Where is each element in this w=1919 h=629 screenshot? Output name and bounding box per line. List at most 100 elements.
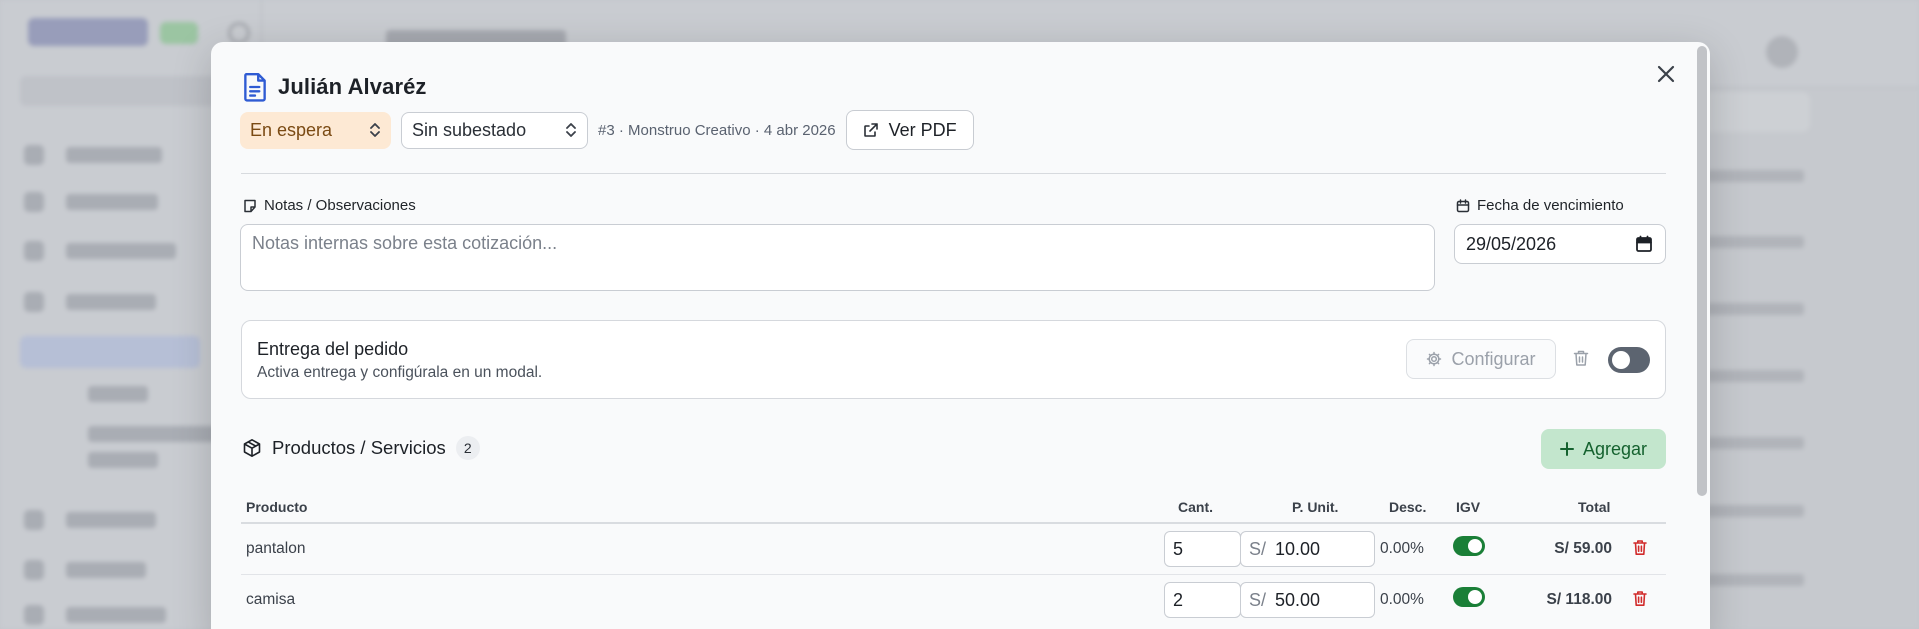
- row-divider: [241, 574, 1666, 575]
- background-nav-icon: [24, 560, 44, 580]
- background-nav-icon: [24, 292, 44, 312]
- background-row: [1700, 574, 1804, 586]
- chevron-updown-icon: [370, 123, 380, 137]
- background-nav-icon: [24, 605, 44, 625]
- external-link-icon: [863, 123, 878, 137]
- document-icon: [244, 72, 266, 102]
- background-nav-item: [88, 426, 218, 442]
- notes-placeholder: Notas internas sobre esta cotización...: [252, 233, 558, 253]
- quote-meta: #3 · Monstruo Creativo · 4 abr 2026: [598, 121, 836, 139]
- column-header-product: Producto: [246, 499, 308, 515]
- gear-icon: [1427, 351, 1442, 367]
- column-header-total: Total: [1578, 499, 1611, 515]
- background-row: [1700, 236, 1804, 248]
- igv-toggle[interactable]: [1453, 536, 1485, 556]
- background-logo-badge: [160, 22, 198, 44]
- unit-price-input[interactable]: S/ 50.00: [1240, 582, 1375, 618]
- quantity-value: 2: [1173, 589, 1184, 610]
- calendar-icon: [1456, 198, 1470, 212]
- modal-header: Julián Alvaréz: [242, 72, 427, 102]
- column-header-discount: Desc.: [1389, 499, 1427, 515]
- background-avatar: [1766, 36, 1798, 68]
- substatus-select-value: Sin subestado: [412, 119, 527, 140]
- add-product-button[interactable]: Agregar: [1541, 429, 1666, 469]
- notes-label-text: Notas / Observaciones: [264, 197, 416, 214]
- due-date-label: Fecha de vencimiento: [1456, 197, 1624, 214]
- view-pdf-button[interactable]: Ver PDF: [845, 110, 974, 150]
- column-header-igv: IGV: [1456, 499, 1481, 515]
- background-logo: [28, 18, 148, 46]
- unit-price-value: 10.00: [1275, 538, 1321, 559]
- note-icon: [244, 199, 256, 212]
- background-nav-item: [66, 294, 156, 310]
- product-name: camisa: [246, 591, 296, 608]
- divider: [241, 173, 1666, 174]
- quantity-input[interactable]: 2: [1164, 582, 1241, 618]
- close-icon: [1657, 65, 1675, 83]
- due-date-input[interactable]: 29/05/2026: [1454, 224, 1666, 264]
- background-row: [1700, 370, 1804, 382]
- column-header-unit-price: P. Unit.: [1292, 499, 1339, 515]
- notes-label: Notas / Observaciones: [243, 197, 416, 214]
- delivery-subtitle: Activa entrega y configúrala en un modal…: [257, 364, 543, 381]
- table-header-divider: [241, 522, 1666, 524]
- configure-label: Configurar: [1451, 348, 1536, 369]
- customer-name-title: Julián Alvaréz: [278, 74, 427, 99]
- modal-scrollbar[interactable]: [1697, 46, 1707, 496]
- delivery-toggle[interactable]: [1608, 347, 1650, 373]
- unit-price-input[interactable]: S/ 10.00: [1240, 531, 1375, 567]
- products-count-badge: 2: [455, 436, 480, 460]
- status-row: En espera Sin subestado #3 · Monstruo Cr…: [240, 110, 974, 150]
- products-title: Productos / Servicios: [272, 437, 446, 458]
- package-icon: [243, 439, 261, 457]
- chevron-updown-icon: [566, 123, 576, 137]
- background-nav-item: [66, 194, 158, 210]
- trash-icon[interactable]: [1573, 349, 1589, 367]
- row-total: S/ 118.00: [1546, 591, 1612, 608]
- plus-icon: [1559, 442, 1574, 456]
- currency-prefix: S/: [1249, 538, 1267, 559]
- products-header: Productos / Servicios 2: [242, 436, 480, 460]
- background-nav-item: [88, 386, 148, 402]
- product-name: pantalon: [246, 540, 306, 557]
- substatus-select[interactable]: Sin subestado: [401, 111, 588, 149]
- close-button[interactable]: [1643, 56, 1689, 92]
- trash-icon[interactable]: [1633, 539, 1647, 556]
- background-nav-item: [66, 147, 162, 163]
- status-select[interactable]: En espera: [240, 111, 391, 149]
- due-date-label-text: Fecha de vencimiento: [1477, 197, 1624, 214]
- background-row: [1700, 303, 1804, 315]
- trash-icon[interactable]: [1633, 590, 1647, 607]
- background-nav-item: [66, 562, 146, 578]
- background-row: [1700, 170, 1804, 182]
- due-date-value: 29/05/2026: [1466, 233, 1557, 254]
- currency-prefix: S/: [1249, 589, 1267, 610]
- igv-toggle[interactable]: [1453, 587, 1485, 607]
- background-nav-item: [66, 607, 166, 623]
- background-nav-item: [66, 243, 176, 259]
- background-row: [1700, 437, 1804, 449]
- background-nav-icon: [24, 241, 44, 261]
- add-product-label: Agregar: [1582, 438, 1648, 459]
- background-nav-item: [88, 452, 158, 468]
- row-total: S/ 59.00: [1554, 540, 1612, 557]
- background-nav-active: [20, 336, 200, 368]
- background-row: [1700, 505, 1804, 517]
- quantity-value: 5: [1173, 538, 1184, 559]
- background-card: [1700, 92, 1810, 132]
- configure-button[interactable]: Configurar: [1406, 339, 1556, 379]
- discount-value: 0.00%: [1380, 591, 1424, 608]
- notes-textarea[interactable]: Notas internas sobre esta cotización...: [240, 224, 1435, 291]
- background-nav-item: [66, 512, 156, 528]
- delivery-title: Entrega del pedido: [257, 339, 409, 359]
- background-nav-icon: [24, 510, 44, 530]
- background-nav-icon: [24, 145, 44, 165]
- background-gear-icon: [228, 22, 250, 44]
- column-header-qty: Cant.: [1178, 499, 1213, 515]
- background-nav-icon: [24, 192, 44, 212]
- view-pdf-label: Ver PDF: [888, 119, 957, 140]
- delivery-card: Entrega del pedido Activa entrega y conf…: [241, 320, 1666, 399]
- quantity-input[interactable]: 5: [1164, 531, 1241, 567]
- discount-value: 0.00%: [1380, 540, 1424, 557]
- calendar-icon[interactable]: [1635, 235, 1653, 253]
